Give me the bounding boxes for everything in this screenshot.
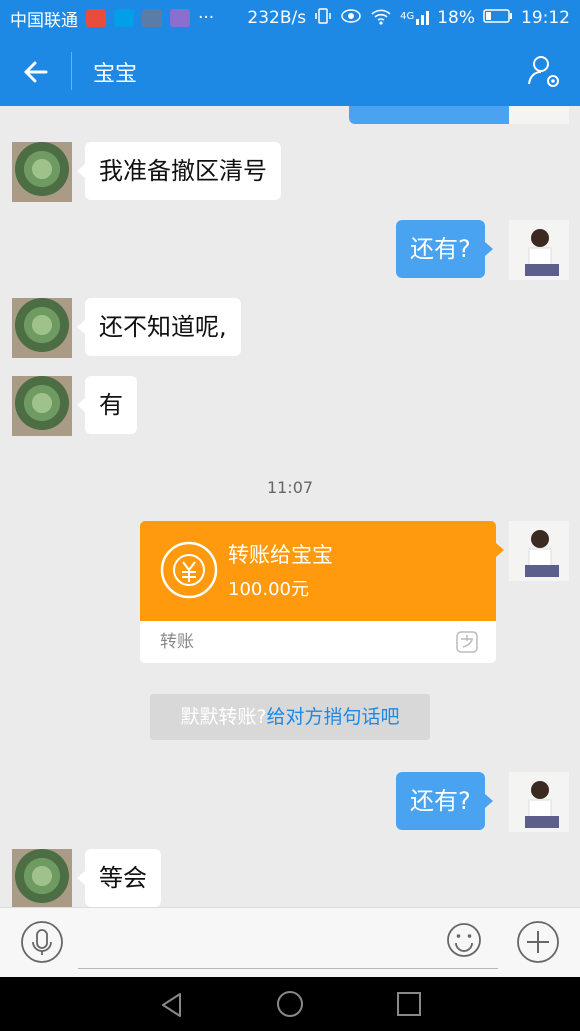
- message-input[interactable]: [78, 924, 498, 969]
- nav-back-icon[interactable]: [158, 991, 186, 1019]
- battery-icon: [483, 8, 513, 29]
- transfer-yuan-icon: [160, 541, 218, 599]
- transfer-title: 转账给宝宝: [228, 543, 333, 567]
- arrow-left-icon: [24, 61, 48, 83]
- my-avatar[interactable]: [509, 220, 569, 280]
- vibrate-icon: [314, 7, 332, 30]
- alipay-logo-icon: [456, 631, 478, 653]
- message-bubble-cut-off: [349, 106, 524, 124]
- contact-avatar[interactable]: [12, 298, 72, 358]
- my-avatar[interactable]: [509, 521, 569, 581]
- contact-settings-button[interactable]: [524, 52, 564, 92]
- hint-link[interactable]: 给对方捎句话吧: [267, 706, 400, 728]
- contact-avatar[interactable]: [12, 849, 72, 907]
- add-attachment-icon[interactable]: [516, 920, 560, 964]
- message-bubble[interactable]: 还有?: [396, 772, 493, 830]
- chat-title: 宝宝: [93, 62, 138, 87]
- transfer-amount: 100.00元: [228, 579, 309, 600]
- gallery-icon: [142, 9, 162, 27]
- contact-avatar[interactable]: [12, 376, 72, 436]
- alipay-icon: [114, 9, 134, 27]
- chat-header: 宝宝: [0, 36, 580, 106]
- system-nav-bar: [0, 977, 580, 1031]
- app-notification-icon: [170, 9, 190, 27]
- hint-text: 默默转账?: [180, 706, 267, 728]
- back-button[interactable]: [18, 54, 54, 90]
- message-list[interactable]: 我准备撤区清号 还有? 还不知道呢, 有 11:07 转账给宝宝 100.00元…: [0, 106, 580, 907]
- status-bar: 中国联通 ··· 232B/s 4G 18% 19:12: [0, 0, 580, 36]
- person-photo-icon: [525, 781, 559, 828]
- carrier-label: 中国联通: [10, 10, 78, 31]
- clock: 19:12: [521, 8, 570, 28]
- network-type: 4G: [400, 11, 415, 22]
- contact-avatar[interactable]: [12, 142, 72, 202]
- microphone-icon[interactable]: [20, 920, 64, 964]
- nav-recent-apps-icon[interactable]: [396, 991, 422, 1017]
- signal-icon: 4G: [400, 11, 430, 25]
- transfer-message-hint[interactable]: 默默转账?给对方捎句话吧: [150, 694, 430, 740]
- network-speed: 232B/s: [247, 8, 307, 28]
- emoji-icon[interactable]: [446, 922, 482, 958]
- message-bubble[interactable]: 我准备撤区清号: [77, 142, 281, 200]
- battery-percent: 18%: [437, 8, 475, 28]
- more-notifications-icon: ···: [198, 8, 215, 28]
- my-avatar[interactable]: [509, 106, 569, 124]
- eye-icon: [340, 7, 362, 30]
- message-bubble[interactable]: 等会: [77, 849, 161, 907]
- message-bubble[interactable]: 还有?: [396, 220, 493, 278]
- message-bubble[interactable]: 有: [77, 376, 137, 434]
- header-divider: [71, 52, 72, 90]
- transfer-footer-label: 转账: [160, 632, 194, 652]
- person-settings-icon: [528, 56, 559, 87]
- my-avatar[interactable]: [509, 772, 569, 832]
- person-photo-icon: [525, 229, 559, 276]
- transfer-card[interactable]: 转账给宝宝 100.00元 转账: [140, 521, 504, 663]
- nav-home-icon[interactable]: [275, 989, 305, 1019]
- transfer-card-header: 转账给宝宝 100.00元: [140, 521, 504, 621]
- person-photo-icon: [525, 530, 559, 577]
- input-bar: [0, 907, 580, 978]
- message-bubble[interactable]: 还不知道呢,: [77, 298, 241, 356]
- message-timestamp: 11:07: [266, 478, 314, 497]
- mail-app-icon: [86, 9, 106, 27]
- wifi-icon: [370, 7, 392, 30]
